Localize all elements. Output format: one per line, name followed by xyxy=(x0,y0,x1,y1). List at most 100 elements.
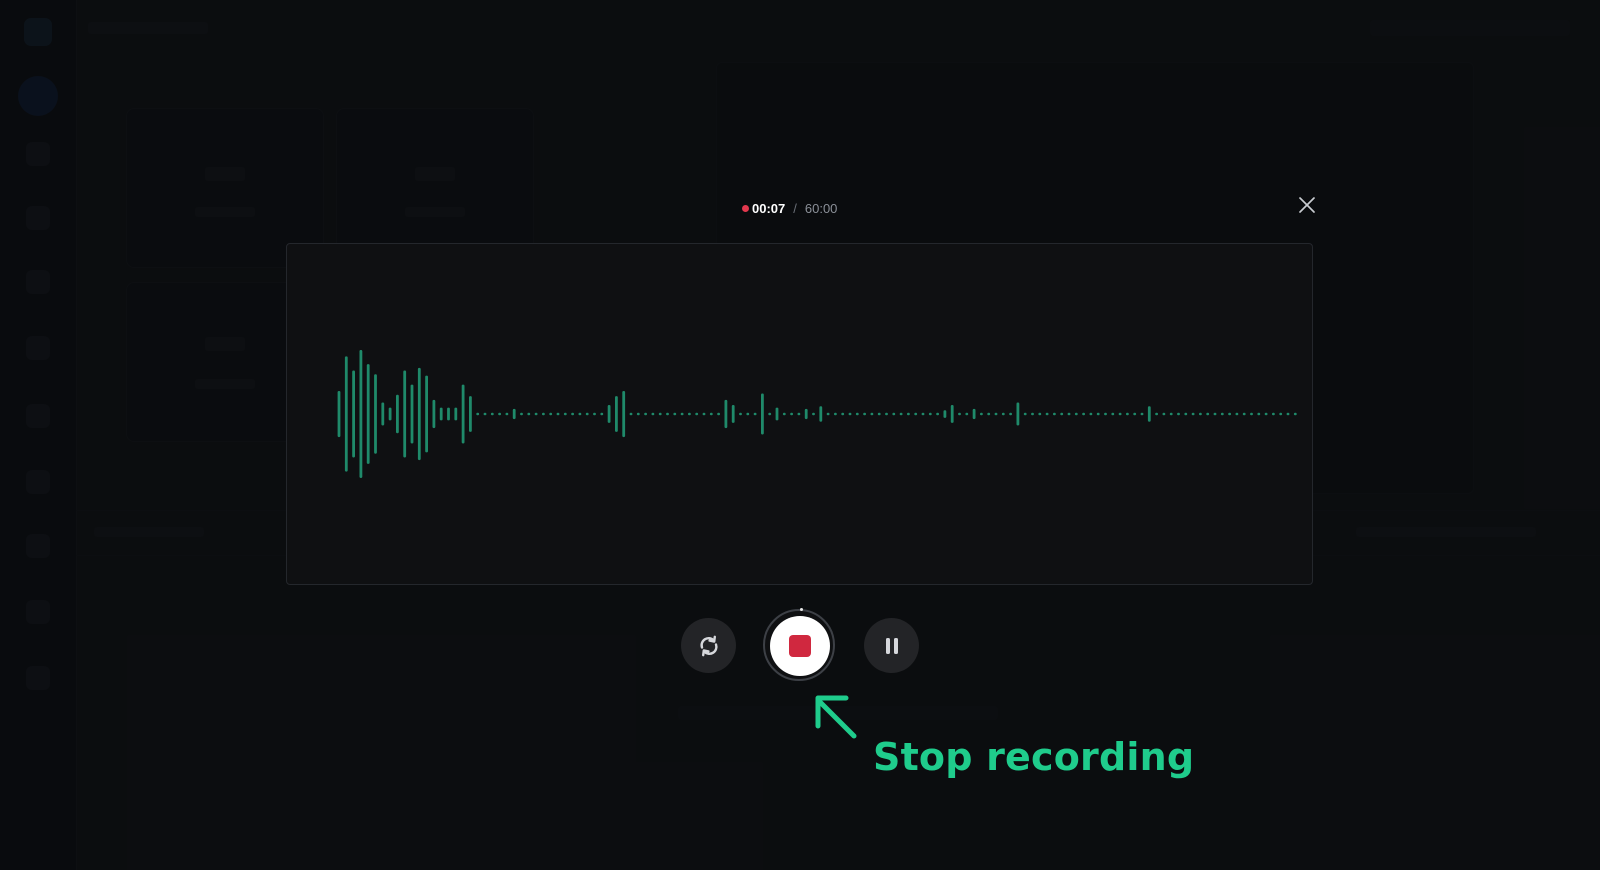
waveform-bar xyxy=(1082,412,1085,416)
waveform-bar xyxy=(498,412,501,416)
waveform-bar xyxy=(834,412,837,416)
waveform-bar xyxy=(695,412,699,416)
waveform-bar xyxy=(571,412,574,416)
waveform-bar xyxy=(388,407,392,421)
waveform-bar xyxy=(1111,412,1115,416)
waveform-bar xyxy=(1228,412,1231,416)
stop-recording-button[interactable] xyxy=(770,616,830,676)
waveform-bar xyxy=(987,412,991,416)
waveform-bar xyxy=(512,408,516,420)
waveform-bar xyxy=(1089,412,1093,416)
waveform-bar xyxy=(658,412,662,416)
waveform-bar xyxy=(1009,412,1012,416)
waveform-bar xyxy=(1045,412,1049,416)
waveform-bar xyxy=(1191,412,1195,416)
waveform-bar xyxy=(476,412,480,416)
waveform-bar xyxy=(447,407,450,421)
waveform-bar xyxy=(812,412,815,416)
time-separator: / xyxy=(793,200,797,216)
waveform-bar xyxy=(374,374,377,454)
restart-button[interactable] xyxy=(681,618,736,673)
waveform-bar xyxy=(344,356,348,472)
waveform-bar xyxy=(980,412,983,416)
recording-timer: 00:07 / 60:00 xyxy=(742,198,837,218)
waveform-bar xyxy=(1206,412,1210,416)
waveform-bar xyxy=(782,412,786,416)
waveform-bar xyxy=(775,407,779,421)
recording-indicator-icon xyxy=(742,204,749,212)
waveform-bar xyxy=(1067,412,1071,416)
waveform-bar xyxy=(403,370,407,458)
waveform-bar xyxy=(863,412,866,416)
waveform-bar xyxy=(527,412,531,416)
waveform-bar xyxy=(673,412,677,416)
waveform-bar xyxy=(417,367,421,461)
audio-waveform xyxy=(337,350,1297,478)
waveform-bar xyxy=(1177,412,1180,416)
waveform-bar xyxy=(914,412,918,416)
waveform-bar xyxy=(636,412,640,416)
waveform-bar xyxy=(717,412,720,416)
waveform-bar xyxy=(739,412,742,416)
waveform-bar xyxy=(1242,412,1246,416)
waveform-bar xyxy=(359,350,363,478)
waveform-bar xyxy=(1038,412,1042,416)
waveform-bar xyxy=(556,412,560,416)
waveform-bar xyxy=(1264,412,1268,416)
stop-icon xyxy=(789,635,811,657)
waveform-bar xyxy=(1213,412,1217,416)
waveform-bar xyxy=(607,405,611,423)
waveform-bar xyxy=(469,396,472,432)
waveform-bar xyxy=(1257,412,1261,416)
waveform-bar xyxy=(600,412,604,416)
waveform-bar xyxy=(724,399,728,429)
waveform-bar xyxy=(483,412,487,416)
waveform-bar xyxy=(381,402,385,426)
waveform-bar xyxy=(1031,412,1034,416)
waveform-bar xyxy=(1060,412,1064,416)
waveform-bar xyxy=(534,412,538,416)
restart-icon xyxy=(699,635,718,656)
pause-icon xyxy=(885,637,898,654)
waveform-bar xyxy=(1133,412,1137,416)
waveform-bar xyxy=(622,391,626,438)
waveform-bar xyxy=(936,412,939,416)
app-window: 00:07 / 60:00 Stop recording xyxy=(0,0,1600,870)
waveform-bar xyxy=(1272,412,1275,416)
waveform-bar xyxy=(958,412,961,416)
total-time: 60:00 xyxy=(804,200,838,216)
waveform-bar xyxy=(688,412,691,416)
waveform-bar xyxy=(1199,412,1202,416)
waveform-bar xyxy=(1184,412,1188,416)
arrow-up-left-icon xyxy=(815,695,857,739)
waveform-bar xyxy=(1220,412,1224,416)
waveform-bar xyxy=(709,412,713,416)
pause-button[interactable] xyxy=(864,618,919,673)
waveform-bar xyxy=(1140,412,1144,416)
waveform-bar xyxy=(549,412,553,416)
waveform-bar xyxy=(680,412,684,416)
waveform-bar xyxy=(877,412,881,416)
waveform-bar xyxy=(337,391,341,438)
waveform-bar xyxy=(1016,402,1020,426)
waveform-bar xyxy=(921,412,925,416)
waveform-bar xyxy=(1053,412,1056,416)
waveform-bar xyxy=(702,412,706,416)
waveform-bar xyxy=(1118,412,1122,416)
waveform-bar xyxy=(563,412,567,416)
waveform-bar xyxy=(841,412,845,416)
waveform-bar xyxy=(1023,412,1027,416)
close-button[interactable] xyxy=(1296,194,1318,216)
waveform-bar xyxy=(753,412,757,416)
waveform-bar xyxy=(950,405,954,423)
waveform-bar xyxy=(1235,412,1239,416)
waveform-bar xyxy=(870,412,874,416)
waveform-bar xyxy=(761,393,764,435)
waveform-bar xyxy=(644,412,647,416)
waveform-bar xyxy=(425,375,428,453)
waveform-bar xyxy=(848,412,852,416)
waveform-bar xyxy=(746,412,750,416)
elapsed-time: 00:07 xyxy=(752,200,786,216)
waveform-bar xyxy=(804,408,808,420)
waveform-bar xyxy=(907,412,910,416)
